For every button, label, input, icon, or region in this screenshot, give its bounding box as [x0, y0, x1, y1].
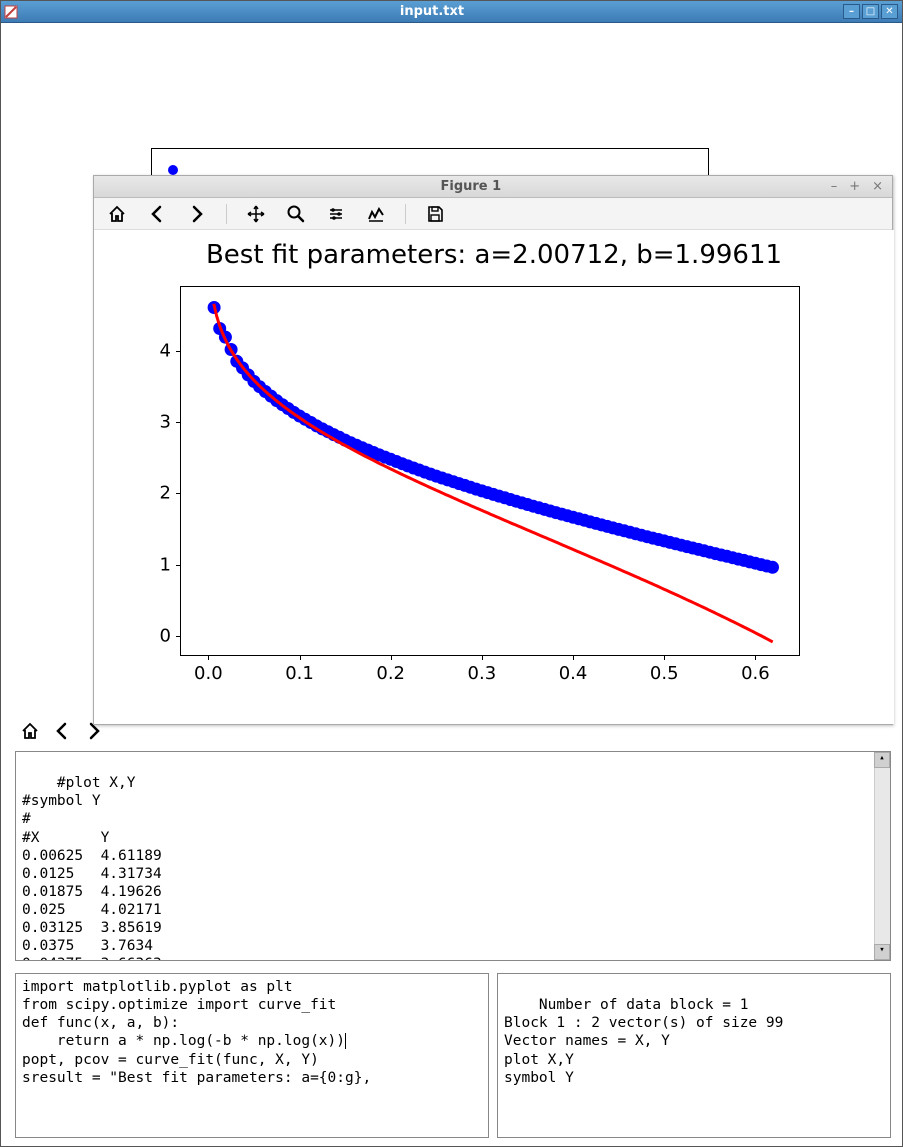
configure-button[interactable]	[325, 203, 347, 225]
chart-axes: 012340.00.10.20.30.40.50.6	[180, 286, 800, 656]
figure-canvas[interactable]: Best fit parameters: a=2.00712, b=1.9961…	[94, 230, 894, 724]
chart-svg	[181, 287, 801, 657]
edit-icon	[366, 204, 386, 224]
pan-icon	[246, 204, 266, 224]
data-file-pane[interactable]: #plot X,Y #symbol Y # #X Y 0.00625 4.611…	[15, 751, 891, 961]
forward-icon	[187, 204, 207, 224]
home-button[interactable]	[19, 720, 41, 742]
home-button[interactable]	[106, 203, 128, 225]
code-line: def func(x, a, b):	[22, 1014, 482, 1032]
main-title: input.txt	[21, 4, 843, 19]
figure-title: Figure 1	[114, 179, 828, 194]
figure-toolbar	[94, 198, 892, 230]
save-icon	[425, 204, 445, 224]
edit-button[interactable]	[365, 203, 387, 225]
code-line: sresult = "Best fit parameters: a={0:g},	[22, 1069, 482, 1087]
pan-button[interactable]	[245, 203, 267, 225]
script-editor-pane[interactable]: import matplotlib.pyplot as pltfrom scip…	[15, 973, 489, 1138]
fit-line	[214, 304, 773, 642]
info-text: Number of data block = 1 Block 1 : 2 vec…	[504, 997, 783, 1086]
scroll-up-button[interactable]: ▴	[874, 752, 890, 768]
data-file-text: #plot X,Y #symbol Y # #X Y 0.00625 4.611…	[22, 775, 162, 961]
configure-icon	[326, 204, 346, 224]
scroll-down-button[interactable]: ▾	[874, 944, 890, 960]
app-icon	[1, 5, 21, 19]
back-button[interactable]	[51, 720, 73, 742]
toolbar-separator	[405, 204, 406, 224]
forward-button[interactable]	[186, 203, 208, 225]
data-point	[168, 165, 178, 175]
fig-close-button[interactable]: ×	[869, 179, 886, 194]
main-titlebar[interactable]: input.txt – □ ✕	[1, 1, 902, 23]
fig-minimize-button[interactable]: –	[828, 179, 841, 194]
info-output-pane[interactable]: Number of data block = 1 Block 1 : 2 vec…	[497, 973, 891, 1138]
maximize-button[interactable]: □	[862, 4, 879, 19]
zoom-icon	[286, 204, 306, 224]
scatter-point	[766, 561, 779, 574]
back-button[interactable]	[146, 203, 168, 225]
code-line: return a * np.log(-b * np.log(x))	[22, 1032, 482, 1050]
back-icon	[147, 204, 167, 224]
code-line: from scipy.optimize import curve_fit	[22, 996, 482, 1014]
chart-title: Best fit parameters: a=2.00712, b=1.9961…	[94, 240, 894, 270]
figure-titlebar[interactable]: Figure 1 – + ×	[94, 176, 892, 198]
toolbar-separator	[226, 204, 227, 224]
scrollbar[interactable]: ▴ ▾	[874, 752, 890, 960]
minimize-button[interactable]: –	[843, 4, 860, 19]
close-button[interactable]: ✕	[881, 4, 898, 19]
zoom-button[interactable]	[285, 203, 307, 225]
fig-maximize-button[interactable]: +	[846, 179, 863, 194]
back-icon	[52, 721, 72, 741]
save-button[interactable]	[424, 203, 446, 225]
code-line: import matplotlib.pyplot as plt	[22, 978, 482, 996]
home-icon	[107, 204, 127, 224]
home-icon	[20, 721, 40, 741]
figure-window[interactable]: Figure 1 – + × Best fit parameters: a=2.…	[93, 175, 893, 725]
code-line: popt, pcov = curve_fit(func, X, Y)	[22, 1051, 482, 1069]
text-cursor	[345, 1033, 346, 1049]
